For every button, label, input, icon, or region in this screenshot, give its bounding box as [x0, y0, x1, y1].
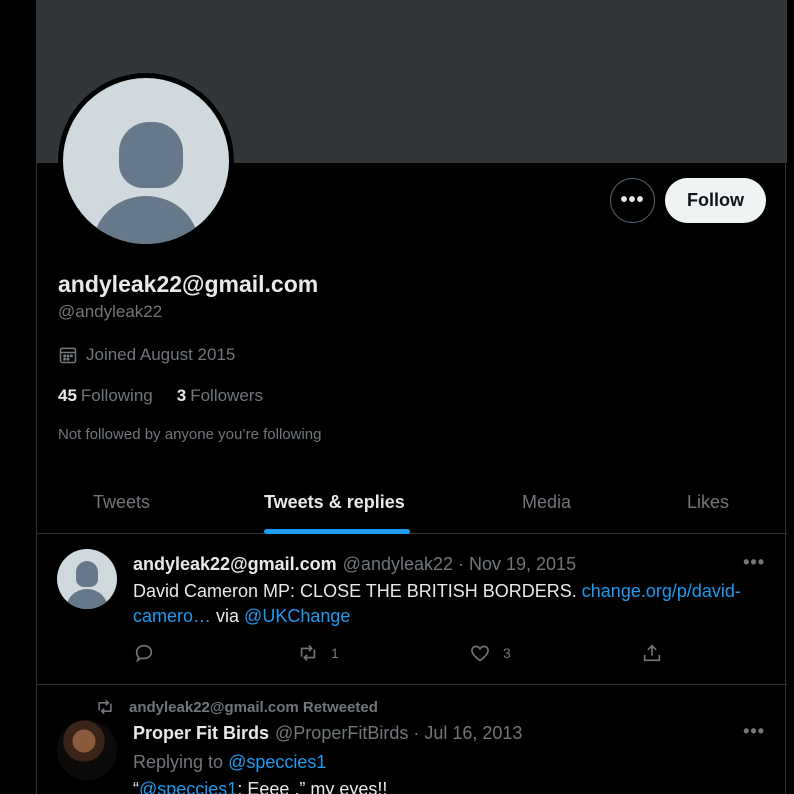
profile-avatar[interactable]: [58, 73, 234, 249]
reply-icon: [135, 644, 153, 663]
retweet-icon: [98, 699, 112, 715]
share-icon: [643, 644, 661, 662]
tweet-mention[interactable]: @speccies1: [139, 779, 237, 794]
joined-date: Joined August 2015: [58, 345, 235, 365]
tab-tweets-replies[interactable]: Tweets & replies: [264, 470, 405, 534]
following-link[interactable]: 45 Following: [58, 386, 153, 406]
follow-stats: 45 Following 3 Followers: [58, 386, 263, 406]
tweet-avatar[interactable]: [57, 549, 117, 609]
followers-link[interactable]: 3 Followers: [177, 386, 263, 406]
tweet-author-name[interactable]: andyleak22@gmail.com: [133, 554, 337, 574]
heart-icon: [471, 645, 489, 662]
tweet-more-button[interactable]: •••: [743, 552, 765, 573]
tweet-text: David Cameron MP: CLOSE THE BRITISH BORD…: [133, 581, 741, 626]
reply-button[interactable]: [133, 642, 167, 664]
joined-text: Joined August 2015: [86, 345, 236, 364]
profile-display-name: andyleak22@gmail.com: [58, 271, 319, 297]
like-button[interactable]: 3: [469, 642, 511, 664]
retweet-icon: [300, 645, 316, 661]
tweet[interactable]: andyleak22@gmail.com Retweeted Proper Fi…: [37, 685, 787, 794]
like-count: 3: [503, 645, 511, 661]
tweet-meta[interactable]: @ProperFitBirds · Jul 16, 2013: [275, 723, 522, 743]
profile-handle: @andyleak22: [58, 302, 163, 321]
tweet-meta[interactable]: @andyleak22 · Nov 19, 2015: [343, 554, 576, 574]
replying-to: Replying to @speccies1: [133, 752, 327, 772]
tab-likes[interactable]: Likes: [687, 470, 729, 534]
tweet[interactable]: andyleak22@gmail.com @andyleak22 · Nov 19…: [37, 534, 787, 685]
tab-media[interactable]: Media: [522, 470, 571, 534]
tweet-author-name[interactable]: Proper Fit Birds: [133, 723, 269, 743]
tweet-header: andyleak22@gmail.com @andyleak22 · Nov 19…: [133, 554, 576, 575]
default-avatar-icon: [63, 78, 229, 244]
tweet-header: Proper Fit Birds @ProperFitBirds · Jul 16…: [133, 723, 522, 744]
tweet-avatar[interactable]: [57, 720, 117, 780]
tab-tweets[interactable]: Tweets: [93, 470, 150, 534]
tweet-mention[interactable]: @UKChange: [244, 606, 350, 626]
tweet-text: “@speccies1: Eeee ,” my eyes!!: [133, 777, 753, 794]
profile-column: ••• Follow andyleak22@gmail.com @andylea…: [36, 0, 787, 794]
more-options-button[interactable]: •••: [610, 178, 655, 223]
tweet-more-button[interactable]: •••: [743, 721, 765, 742]
calendar-icon: [59, 347, 77, 364]
retweet-count: 1: [331, 645, 339, 661]
replying-to-handle[interactable]: @speccies1: [228, 752, 326, 772]
follow-button[interactable]: Follow: [665, 178, 766, 223]
profile-tabs: Tweets Tweets & replies Media Likes: [37, 470, 787, 534]
retweet-button[interactable]: 1: [297, 642, 339, 664]
tweet-actions: 1 3: [133, 642, 673, 670]
retweeted-by-text[interactable]: andyleak22@gmail.com Retweeted: [129, 699, 378, 716]
retweet-context: andyleak22@gmail.com Retweeted: [95, 697, 378, 717]
share-button[interactable]: [641, 642, 663, 664]
not-followed-note: Not followed by anyone you’re following: [58, 426, 322, 443]
